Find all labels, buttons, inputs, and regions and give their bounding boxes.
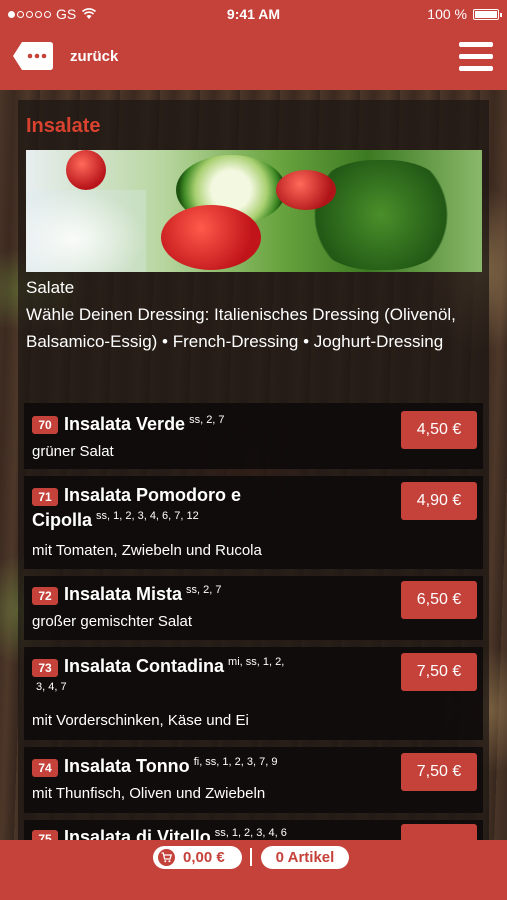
item-allergens: ss, 1, 2, 3, 4, 6 [214, 827, 287, 839]
item-allergens: fi, ss, 1, 2, 3, 7, 9 [193, 756, 278, 768]
item-allergens: mi, ss, 1, 2, [228, 656, 285, 668]
add-item-price-button[interactable]: 7,50 € [401, 753, 477, 791]
add-item-price-button[interactable]: 4,90 € [401, 482, 477, 520]
menu-item[interactable]: 73 Insalata Contadina mi, ss, 1, 2, 3, 4,… [24, 647, 483, 740]
cart-count-button[interactable]: 0 Artikel [261, 846, 349, 869]
section-title: Insalate [26, 115, 101, 137]
item-name: Insalata di Vitello ss, 1, 2, 3, 4, 6 [64, 827, 287, 840]
section-description: Salate Wähle Deinen Dressing: Italienisc… [26, 274, 476, 355]
add-item-price-button[interactable]: 7,50 € [401, 653, 477, 691]
cart-icon [158, 849, 175, 866]
item-number-badge: 71 [32, 488, 58, 506]
item-description: mit Tomaten, Zwiebeln und Rucola [32, 542, 262, 559]
cart-total: 0,00 € [183, 849, 225, 866]
back-icon[interactable] [12, 41, 54, 71]
item-name: Insalata Tonno fi, ss, 1, 2, 3, 7, 9 [64, 756, 278, 776]
add-item-price-button[interactable] [401, 824, 477, 840]
description-title: Salate [26, 278, 75, 297]
item-description: mit Vorderschinken, Käse und Ei [32, 712, 249, 729]
item-name: Insalata Contadina mi, ss, 1, 2, [64, 656, 285, 676]
item-number-badge: 75 [32, 830, 58, 840]
menu-item[interactable]: 75 Insalata di Vitello ss, 1, 2, 3, 4, 6 [24, 820, 483, 840]
menu-item[interactable]: 71 Insalata Pomodoro e Cipolla ss, 1, 2, … [24, 476, 483, 569]
item-name: Insalata Verde ss, 2, 7 [64, 414, 225, 434]
item-description: großer gemischter Salat [32, 613, 193, 630]
add-item-price-button[interactable]: 4,50 € [401, 411, 477, 449]
status-bar: GS 9:41 AM 100 % [0, 0, 507, 28]
item-allergens: ss, 2, 7 [189, 414, 225, 426]
item-name-continued: Cipolla ss, 1, 2, 3, 4, 6, 7, 12 [32, 510, 199, 530]
item-number-badge: 73 [32, 659, 58, 677]
add-item-price-button[interactable]: 6,50 € [401, 581, 477, 619]
salad-banner-image [26, 150, 482, 272]
nav-bar: zurück [0, 28, 507, 90]
item-allergens-continued: 3, 4, 7 [36, 681, 67, 693]
hamburger-menu-icon[interactable] [459, 42, 493, 72]
cart-total-button[interactable]: 0,00 € [153, 846, 242, 869]
menu-panel[interactable]: Insalate Salate Wähle Deinen Dressing: I… [18, 100, 489, 840]
divider [250, 848, 252, 866]
back-button[interactable]: zurück [70, 48, 118, 65]
cart-bar: 0,00 € 0 Artikel [0, 840, 507, 900]
item-number-badge: 72 [32, 587, 58, 605]
description-text: Wähle Deinen Dressing: Italienisches Dre… [26, 305, 456, 351]
item-name: Insalata Pomodoro e [64, 485, 242, 505]
battery-label: 100 % [427, 6, 467, 22]
item-allergens: ss, 2, 7 [186, 584, 222, 596]
item-description: mit Thunfisch, Oliven und Zwiebeln [32, 785, 266, 802]
menu-item[interactable]: 74 Insalata Tonno fi, ss, 1, 2, 3, 7, 9 m… [24, 747, 483, 813]
menu-item[interactable]: 72 Insalata Mista ss, 2, 7 großer gemisch… [24, 576, 483, 640]
item-allergens: ss, 1, 2, 3, 4, 6, 7, 12 [96, 510, 199, 522]
item-name: Insalata Mista ss, 2, 7 [64, 584, 222, 604]
menu-item[interactable]: 70 Insalata Verde ss, 2, 7 grüner Salat 4… [24, 403, 483, 469]
item-number-badge: 70 [32, 416, 58, 434]
item-description: grüner Salat [32, 443, 114, 460]
item-number-badge: 74 [32, 759, 58, 777]
battery-icon [473, 8, 502, 20]
